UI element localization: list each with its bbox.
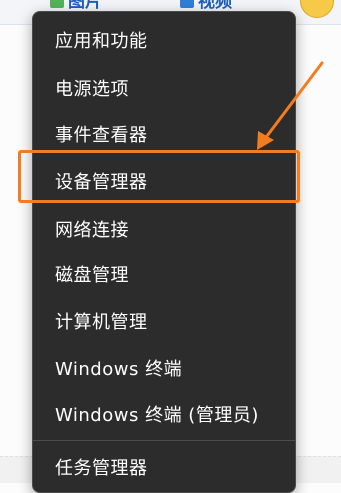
arrow-icon — [257, 61, 324, 150]
